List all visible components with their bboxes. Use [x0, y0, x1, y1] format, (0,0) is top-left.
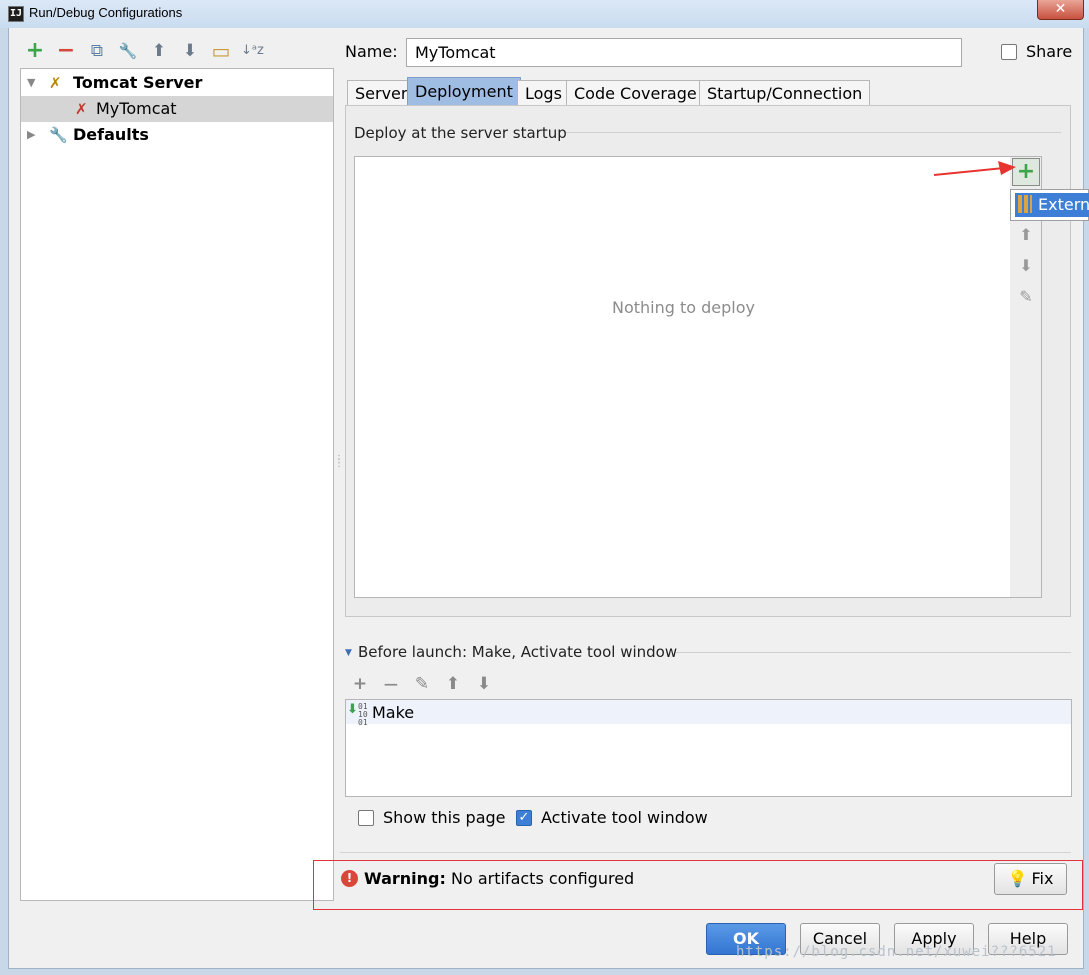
- tree-item-label: Tomcat Server: [73, 73, 203, 92]
- name-label: Name:: [345, 42, 398, 61]
- list-item[interactable]: [346, 700, 1071, 724]
- section-divider: [676, 652, 1071, 653]
- collapsed-caret-icon[interactable]: ▶: [27, 122, 35, 148]
- move-down-icon[interactable]: ⬇: [179, 40, 201, 62]
- move-up-icon[interactable]: ⬆: [1016, 225, 1036, 245]
- tree-item-mytomcat[interactable]: ✗ MyTomcat: [21, 96, 333, 122]
- app-icon: IJ: [8, 6, 24, 22]
- warning-message: Warning: No artifacts configured: [364, 869, 634, 888]
- deploy-section-label: Deploy at the server startup: [354, 124, 567, 142]
- remove-configuration-icon[interactable]: −: [55, 40, 77, 62]
- expanded-caret-icon[interactable]: ▼: [27, 70, 35, 96]
- share-checkbox[interactable]: [1001, 44, 1017, 60]
- make-binary-icon: 01 10 01: [358, 702, 368, 727]
- wrench-icon: 🔧: [49, 126, 68, 144]
- add-configuration-icon[interactable]: +: [24, 40, 46, 62]
- tomcat-icon: ✗: [49, 74, 62, 92]
- before-launch-label[interactable]: Before launch: Make, Activate tool windo…: [358, 643, 677, 661]
- watermark: https://blog.csdn.net/xuwei???6521: [736, 944, 1057, 960]
- task-label: Make: [372, 703, 415, 722]
- configuration-tree[interactable]: ▼ ✗ Tomcat Server ✗ MyTomcat ▶ 🔧 Default…: [20, 68, 334, 901]
- popup-item-external-source[interactable]: Extern: [1015, 193, 1089, 217]
- tree-item-label: Defaults: [73, 125, 149, 144]
- fix-label: Fix: [1031, 869, 1054, 888]
- sort-icon[interactable]: ↓ᵃz: [241, 40, 264, 62]
- show-this-page-checkbox[interactable]: [358, 810, 374, 826]
- window-title: Run/Debug Configurations: [29, 5, 183, 20]
- edit-defaults-icon[interactable]: 🔧: [117, 40, 139, 62]
- warning-icon: !: [341, 870, 358, 887]
- activate-tool-window-checkbox[interactable]: ✓: [516, 810, 532, 826]
- deployment-list[interactable]: [354, 156, 1011, 598]
- section-divider: [566, 132, 1061, 133]
- move-task-up-icon[interactable]: ⬆: [442, 673, 464, 695]
- warning-bold-label: Warning:: [364, 869, 446, 888]
- tab-startup-connection[interactable]: Startup/Connection: [699, 80, 871, 106]
- edit-pencil-icon[interactable]: ✎: [1016, 287, 1036, 307]
- share-label: Share: [1026, 42, 1073, 61]
- close-window-button[interactable]: ✕: [1037, 0, 1084, 20]
- divider: [340, 852, 1071, 853]
- move-task-down-icon[interactable]: ⬇: [473, 673, 495, 695]
- deployment-side-toolbar: [1010, 156, 1042, 598]
- fix-button[interactable]: 💡 Fix: [994, 863, 1067, 895]
- add-task-icon[interactable]: +: [349, 673, 371, 695]
- empty-deploy-text: Nothing to deploy: [612, 298, 756, 317]
- tab-deployment[interactable]: Deployment: [407, 77, 521, 106]
- tree-item-defaults[interactable]: ▶ 🔧 Defaults: [21, 122, 333, 148]
- move-up-icon[interactable]: ⬆: [148, 40, 170, 62]
- tomcat-config-icon: ✗: [75, 100, 88, 118]
- name-input[interactable]: MyTomcat: [406, 38, 962, 67]
- tab-server[interactable]: Server: [347, 80, 416, 106]
- copy-configuration-icon[interactable]: ⧉: [86, 40, 108, 62]
- popup-item-label: Extern: [1038, 195, 1089, 214]
- splitter-handle[interactable]: ⋮ ⋮: [334, 455, 344, 469]
- make-arrow-icon: ⬇: [347, 702, 358, 717]
- activate-tool-window-label: Activate tool window: [541, 808, 708, 827]
- external-source-icon: [1018, 195, 1032, 213]
- warning-text: No artifacts configured: [450, 869, 635, 888]
- move-down-icon[interactable]: ⬇: [1016, 256, 1036, 276]
- collapse-triangle-icon[interactable]: ▼: [345, 648, 352, 658]
- remove-task-icon[interactable]: −: [380, 673, 402, 695]
- tab-logs[interactable]: Logs: [517, 80, 570, 106]
- bulb-icon: 💡: [1007, 869, 1028, 888]
- edit-task-icon[interactable]: ✎: [411, 673, 433, 695]
- show-this-page-label: Show this page: [383, 808, 506, 827]
- tab-code-coverage[interactable]: Code Coverage: [566, 80, 705, 106]
- red-arrow-annotation: [934, 161, 1016, 176]
- tree-item-label: MyTomcat: [96, 99, 177, 118]
- folder-icon[interactable]: ▭: [210, 40, 232, 62]
- tree-item-tomcat-server[interactable]: ▼ ✗ Tomcat Server: [21, 70, 333, 96]
